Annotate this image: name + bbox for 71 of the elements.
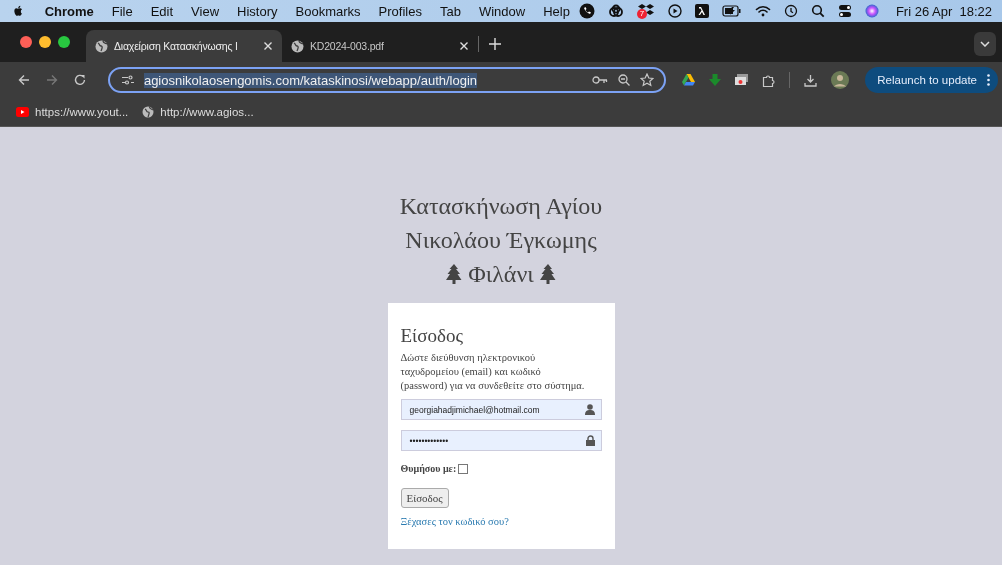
lock-icon <box>585 435 595 446</box>
menu-item[interactable]: Edit <box>141 3 183 19</box>
download-arrow-icon[interactable] <box>709 74 722 86</box>
more-vertical-icon <box>987 74 990 86</box>
bookmark-link[interactable]: https://www.yout... <box>35 106 129 118</box>
zoom-window-button[interactable] <box>58 36 70 48</box>
forgot-password-link[interactable]: Ξέχασες τον κωδικό σου? <box>400 516 509 527</box>
menu-item[interactable]: Bookmarks <box>286 3 370 19</box>
pine-tree-icon <box>539 264 556 284</box>
star-icon[interactable] <box>640 73 655 87</box>
remember-me-label: Θυμήσου με: <box>400 463 457 474</box>
window-stack-icon[interactable] <box>735 74 749 86</box>
login-heading: Είσοδος <box>400 325 463 347</box>
menu-item[interactable]: Profiles <box>369 3 431 19</box>
wifi-icon[interactable] <box>754 5 771 17</box>
reload-icon[interactable] <box>73 74 86 86</box>
email-field[interactable]: georgiahadjimichael@hotmail.com <box>400 399 602 420</box>
login-button[interactable]: Είσοδος <box>400 488 449 508</box>
app-menu[interactable]: Chrome <box>35 3 103 19</box>
remember-me-checkbox[interactable] <box>458 463 469 474</box>
login-instructions: Δώστε διεύθυνση ηλεκτρονικού ταχυδρομείου (email) και κωδικό (password) για να συνδεθείτε στο σύστημα. <box>400 351 586 393</box>
menu-item[interactable]: Tab <box>430 3 470 19</box>
globe-icon <box>95 39 108 53</box>
pine-tree-icon <box>446 264 463 284</box>
cloud-rings-icon[interactable] <box>607 3 624 19</box>
menu-item[interactable]: View <box>182 3 229 19</box>
password-field[interactable]: ••••••••••••• <box>400 430 602 451</box>
back-arrow-icon[interactable] <box>18 74 30 86</box>
address-bar[interactable]: agiosnikolaosengomis.com/kataskinosi/webapp/auth/login <box>107 67 667 93</box>
menu-item[interactable]: File <box>102 3 142 19</box>
battery-charging-icon[interactable] <box>721 5 742 17</box>
triangle-logo-icon[interactable] <box>682 74 696 86</box>
toggles-icon[interactable] <box>837 4 852 18</box>
zoom-icon[interactable] <box>618 74 631 86</box>
minimize-window-button[interactable] <box>39 36 51 48</box>
menu-item[interactable]: Window <box>469 3 535 19</box>
relaunch-button[interactable]: Relaunch to update <box>865 67 998 93</box>
tab-title: Διαχείριση Κατασκήνωσης Ι <box>114 40 239 52</box>
chevron-down-icon <box>980 41 990 47</box>
key-icon[interactable] <box>592 75 609 85</box>
tab-title: KD2024-003.pdf <box>310 40 385 52</box>
site-title: Κατασκήνωση Αγίου Νικολάου Έγκωμης <box>398 192 604 255</box>
orb-icon[interactable] <box>864 4 879 18</box>
user-icon <box>584 404 595 415</box>
avatar-icon[interactable] <box>831 71 850 89</box>
puzzle-icon[interactable] <box>762 73 776 87</box>
site-settings-icon[interactable] <box>121 75 134 85</box>
site-subtitle: Φιλάνι <box>468 260 534 289</box>
globe-icon <box>291 39 304 53</box>
bookmark-link[interactable]: http://www.agios... <box>160 106 254 118</box>
search-icon[interactable] <box>810 4 825 18</box>
menu-bar-clock: Fri 26 Apr 18:22 <box>895 3 992 19</box>
menu-item[interactable]: Help <box>534 3 579 19</box>
tab-search-button[interactable] <box>974 32 996 56</box>
menu-item[interactable]: History <box>228 3 287 19</box>
plus-icon[interactable] <box>489 37 501 50</box>
notification-badge: 7 <box>636 9 647 19</box>
close-window-button[interactable] <box>20 36 32 48</box>
browser-tab[interactable]: KD2024-003.pdf <box>282 30 478 62</box>
download-icon[interactable] <box>804 73 818 87</box>
browser-tab[interactable]: Διαχείριση Κατασκήνωσης Ι <box>86 30 282 62</box>
address-url: agiosnikolaosengomis.com/kataskinosi/webapp/auth/login <box>143 72 479 88</box>
apple-logo-icon[interactable] <box>14 3 24 19</box>
video-play-icon <box>16 107 29 117</box>
close-icon[interactable] <box>459 41 469 51</box>
globe-icon <box>142 106 155 118</box>
phone-bubble-icon[interactable] <box>578 3 595 19</box>
clock-history-icon[interactable] <box>783 4 798 18</box>
close-icon[interactable] <box>263 41 273 51</box>
lambda-icon[interactable] <box>694 4 709 18</box>
play-circle-icon[interactable] <box>667 4 682 18</box>
